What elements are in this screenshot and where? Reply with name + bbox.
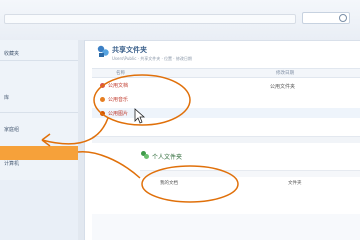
- personal-folder-icon: [141, 151, 149, 159]
- folder-icon: [100, 111, 105, 116]
- sidebar-divider: [0, 112, 84, 113]
- list-item[interactable]: 公用图片: [100, 110, 128, 117]
- list-item[interactable]: 公用文档: [100, 82, 128, 89]
- shared-folder-icon: [97, 45, 109, 57]
- sidebar-divider: [0, 60, 84, 61]
- annotation-arrow: [77, 151, 141, 179]
- address-toolbar: [0, 0, 360, 41]
- row-hover-highlight: [92, 108, 360, 118]
- search-input[interactable]: [302, 12, 350, 24]
- folder-icon: [100, 97, 105, 102]
- group-title-personal: 个人文件夹: [152, 154, 183, 161]
- list-item[interactable]: 我的文档: [160, 180, 178, 186]
- list-item-label: 公用文档: [108, 83, 129, 89]
- list-item-label: 公用音乐: [108, 97, 129, 103]
- list-item-type: 文件夹: [288, 181, 302, 186]
- sidebar-item-computer[interactable]: 计算机: [4, 160, 19, 167]
- column-header-date[interactable]: 修改日期: [276, 70, 294, 76]
- address-bar[interactable]: [4, 14, 296, 24]
- status-area: [92, 214, 360, 240]
- sidebar-item-selected[interactable]: [0, 146, 78, 160]
- list-item-location: 公用文件夹: [270, 84, 296, 90]
- group-subtitle-shared: Users\Public · 共享文件夹 · 位置 · 修改日期: [112, 56, 192, 61]
- mouse-cursor-icon: [134, 108, 146, 124]
- column-header-row: 名称 修改日期: [92, 68, 360, 78]
- sidebar-scrollbar[interactable]: [78, 40, 84, 240]
- group-title-shared: 共享文件夹: [112, 46, 147, 54]
- sidebar-item-libraries[interactable]: 库: [4, 94, 9, 101]
- folder-icon: [100, 83, 105, 88]
- list-item[interactable]: 公用音乐: [100, 96, 128, 103]
- column-header-row: [140, 170, 360, 177]
- column-header-name[interactable]: 名称: [116, 70, 125, 76]
- group-separator: [92, 136, 360, 143]
- sidebar-item-favorites[interactable]: 收藏夹: [4, 50, 19, 57]
- search-icon: [339, 14, 347, 22]
- sidebar-lower-section: [0, 180, 84, 240]
- sidebar-item-homegroup[interactable]: 家庭组: [4, 126, 19, 133]
- list-item-label: 公用图片: [108, 111, 129, 117]
